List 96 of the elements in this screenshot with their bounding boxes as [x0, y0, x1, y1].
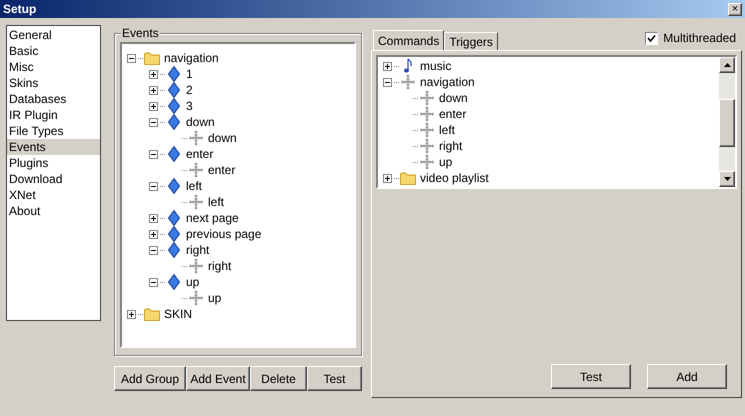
diamond-icon [168, 274, 180, 290]
expander-button[interactable] [149, 230, 158, 238]
expander-button[interactable] [149, 70, 158, 78]
dotted-cross-icon [189, 162, 203, 178]
tab[interactable]: Commands [373, 30, 444, 50]
tree-item[interactable]: right [185, 242, 210, 258]
diamond-icon [168, 242, 180, 258]
action-button[interactable]: Test [307, 366, 362, 391]
dotted-cross-icon [420, 122, 434, 138]
diamond-icon [168, 226, 180, 242]
tree-item[interactable]: down [185, 114, 216, 130]
tree-item[interactable]: right [438, 138, 464, 154]
dotted-cross-icon [420, 90, 434, 106]
scroll-down-button[interactable] [719, 171, 735, 187]
sidebar-item[interactable]: Databases [7, 91, 100, 107]
dotted-cross-icon [420, 154, 434, 170]
tree-item[interactable]: 1 [185, 66, 194, 82]
action-button[interactable]: Add [647, 364, 727, 389]
diamond-icon [168, 82, 180, 98]
expander-button[interactable] [383, 78, 392, 86]
diamond-icon [168, 178, 180, 194]
tree-item[interactable]: video playlist [419, 170, 490, 186]
diamond-icon [168, 66, 180, 82]
tree-item[interactable]: SKIN [163, 306, 194, 322]
sidebar-item[interactable]: Misc [7, 59, 100, 75]
dotted-cross-icon [189, 194, 203, 210]
diamond-icon [168, 114, 180, 130]
tab[interactable]: Triggers [444, 32, 498, 50]
expander-button[interactable] [149, 182, 158, 190]
sidebar-item[interactable]: Basic [7, 43, 100, 59]
tree-item[interactable]: 2 [185, 82, 194, 98]
expander-button[interactable] [127, 310, 136, 318]
diamond-icon [168, 146, 180, 162]
action-button[interactable]: Test [551, 364, 631, 389]
tree-item[interactable]: previous page [185, 226, 262, 242]
sidebar-item[interactable]: XNet [7, 187, 100, 203]
expander-button[interactable] [383, 174, 392, 182]
expander-button[interactable] [149, 150, 158, 158]
check-icon [647, 34, 656, 42]
tree-item[interactable]: down [438, 90, 469, 106]
tree-item[interactable]: up [438, 154, 454, 170]
action-button[interactable]: Add Event [186, 366, 250, 391]
sidebar-item[interactable]: Events [7, 139, 100, 155]
down-arrow-icon [724, 177, 730, 181]
sidebar-item[interactable]: General [7, 27, 100, 43]
up-arrow-icon [724, 63, 730, 67]
tree-item[interactable]: enter [438, 106, 468, 122]
expander-button[interactable] [149, 214, 158, 222]
diamond-icon [168, 210, 180, 226]
sidebar-item[interactable]: File Types [7, 123, 100, 139]
expander-button[interactable] [383, 62, 392, 70]
folder-icon [144, 308, 160, 320]
folder-icon [400, 172, 416, 184]
scrollbar[interactable] [719, 57, 735, 187]
tree-item[interactable]: enter [185, 146, 214, 162]
sidebar-item[interactable]: Download [7, 171, 100, 187]
tree-item[interactable]: enter [207, 162, 236, 178]
dotted-cross-icon [189, 130, 203, 146]
expander-button[interactable] [149, 118, 158, 126]
tree-item[interactable]: left [438, 122, 456, 138]
dotted-cross-icon [189, 290, 203, 306]
action-button[interactable]: Delete [250, 366, 307, 391]
action-button[interactable]: Add Group [114, 366, 186, 391]
expander-button[interactable] [149, 102, 158, 110]
tree-item[interactable]: next page [185, 210, 240, 226]
sidebar-item[interactable]: IR Plugin [7, 107, 100, 123]
dotted-cross-icon [189, 258, 203, 274]
folder-icon [144, 52, 160, 64]
sidebar-item[interactable]: About [7, 203, 100, 219]
tree-item[interactable]: music [419, 58, 452, 74]
scroll-up-button[interactable] [719, 57, 735, 73]
expander-button[interactable] [149, 246, 158, 254]
checkbox-label: Multithreaded [663, 30, 736, 47]
dotted-cross-icon [401, 74, 415, 90]
tree-item[interactable]: left [185, 178, 204, 194]
tree-item[interactable]: 3 [185, 98, 194, 114]
expander-button[interactable] [149, 86, 158, 94]
tree-item[interactable]: up [207, 290, 222, 306]
expander-button[interactable] [149, 278, 158, 286]
sidebar-item[interactable]: Plugins [7, 155, 100, 171]
scroll-thumb[interactable] [719, 99, 735, 147]
sidebar-item[interactable]: Skins [7, 75, 100, 91]
dotted-cross-icon [420, 138, 434, 154]
tree-item[interactable]: navigation [419, 74, 476, 90]
multithreaded-checkbox[interactable] [645, 32, 658, 44]
window-title: Setup [3, 1, 36, 18]
dotted-cross-icon [420, 106, 434, 122]
tree-item[interactable]: up [185, 274, 200, 290]
tree-item[interactable]: navigation [163, 50, 220, 66]
tree-item[interactable]: right [207, 258, 232, 274]
music-note-icon [403, 58, 413, 74]
tree-item[interactable]: left [207, 194, 226, 210]
tree-item[interactable]: down [207, 130, 238, 146]
close-button[interactable]: × [728, 2, 742, 16]
diamond-icon [168, 98, 180, 114]
expander-button[interactable] [127, 54, 136, 62]
